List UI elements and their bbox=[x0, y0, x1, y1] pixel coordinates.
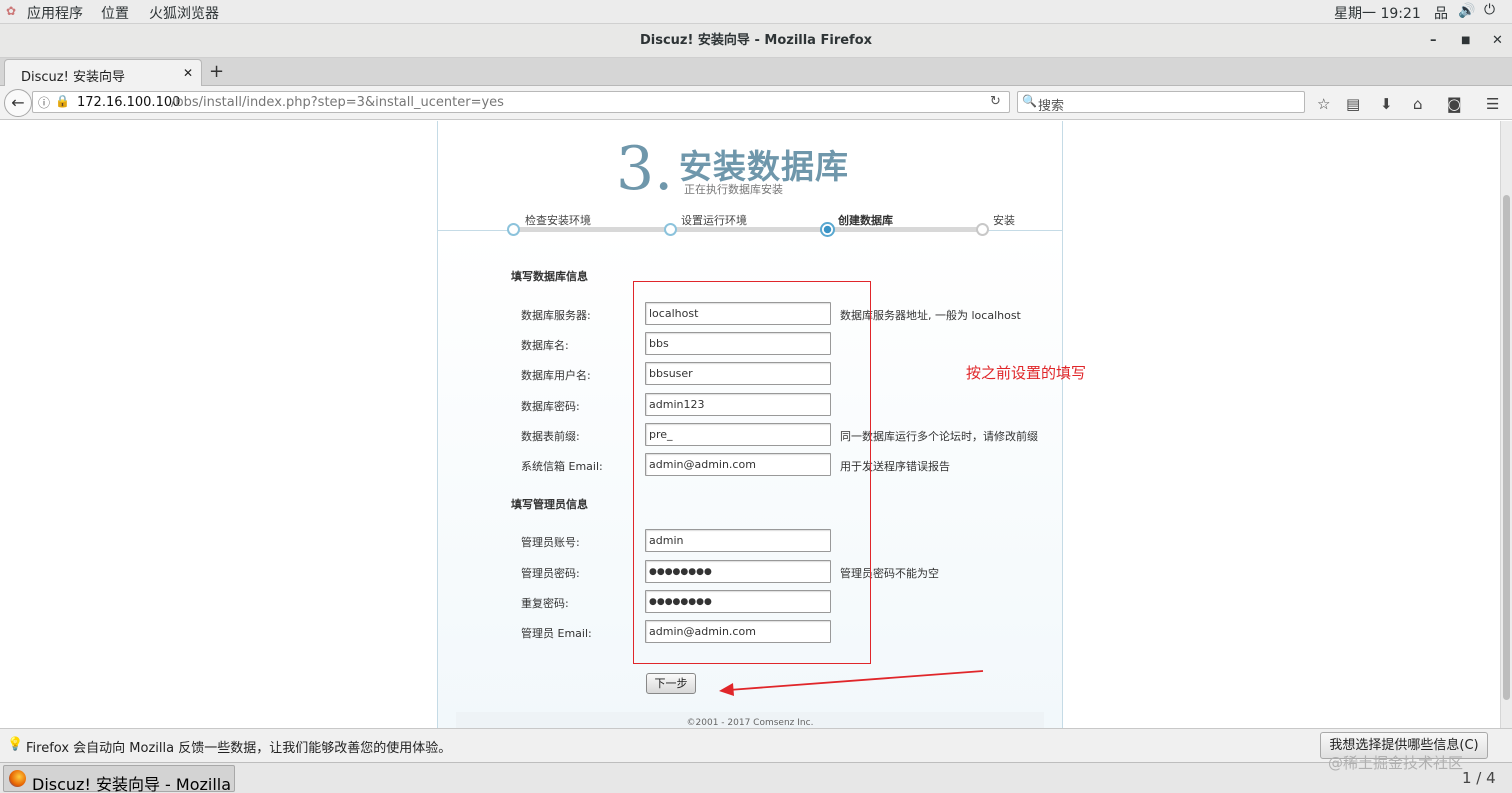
step-label-3: 创建数据库 bbox=[838, 214, 893, 227]
annotation-red-box bbox=[633, 281, 871, 664]
db-password-label: 数据库密码: bbox=[521, 400, 580, 413]
new-tab-icon[interactable]: + bbox=[209, 61, 224, 82]
window-title: Discuz! 安装向导 - Mozilla Firefox bbox=[639, 33, 873, 48]
tab-title: Discuz! 安装向导 bbox=[21, 70, 125, 85]
tab-bar bbox=[0, 58, 1512, 86]
annotation-arrow-icon bbox=[719, 670, 984, 696]
browser-menu[interactable]: 火狐浏览器 bbox=[149, 3, 219, 23]
watermark: @稀土掘金技术社区 bbox=[1328, 754, 1464, 772]
scrollbar-thumb[interactable] bbox=[1503, 195, 1510, 700]
db-user-label: 数据库用户名: bbox=[521, 369, 591, 382]
close-window-icon[interactable]: ✕ bbox=[1492, 24, 1503, 58]
power-icon[interactable]: ⏻ bbox=[1484, 2, 1495, 18]
next-step-button[interactable]: 下一步 bbox=[646, 673, 696, 694]
step-dot-4 bbox=[976, 223, 989, 236]
notification-text: Firefox 会自动向 Mozilla 反馈一些数据，让我们能够改善您的使用体… bbox=[26, 741, 452, 756]
close-tab-icon[interactable]: ✕ bbox=[183, 66, 193, 80]
db-host-label: 数据库服务器: bbox=[521, 309, 591, 322]
network-icon[interactable]: 品 bbox=[1434, 3, 1448, 23]
search-input[interactable]: 搜索 bbox=[1038, 95, 1064, 114]
workspace-pager[interactable]: 1 / 4 bbox=[1462, 769, 1496, 787]
system-email-label: 系统信箱 Email: bbox=[521, 460, 603, 473]
admin-account-label: 管理员账号: bbox=[521, 536, 580, 549]
lightbulb-icon: 💡 bbox=[7, 737, 24, 752]
minimize-icon[interactable]: – bbox=[1430, 24, 1437, 58]
search-bar[interactable]: 🔍 搜索 bbox=[1017, 91, 1305, 114]
search-icon: 🔍 bbox=[1022, 94, 1037, 108]
admin-email-label: 管理员 Email: bbox=[521, 627, 592, 640]
tab-discuz-install[interactable]: Discuz! 安装向导 ✕ bbox=[4, 59, 202, 87]
places-menu[interactable]: 位置 bbox=[101, 3, 129, 23]
maximize-icon[interactable]: ■ bbox=[1461, 24, 1470, 58]
step-label-2: 设置运行环境 bbox=[681, 214, 747, 227]
url-bar[interactable]: ⓘ 🔒 172.16.100.100 /bbs/install/index.ph… bbox=[32, 91, 1010, 113]
step-dot-1 bbox=[507, 223, 520, 236]
taskbar-item-firefox[interactable]: Discuz! 安装向导 - Mozilla Firefox bbox=[3, 765, 235, 793]
apps-icon: ✿ bbox=[6, 4, 17, 18]
admin-password-label: 管理员密码: bbox=[521, 567, 580, 580]
back-icon[interactable]: ← bbox=[4, 89, 32, 117]
firefox-icon bbox=[9, 770, 26, 787]
step-number: 3. bbox=[616, 134, 674, 204]
clock[interactable]: 星期一 19:21 bbox=[1334, 3, 1421, 23]
step-subtitle: 正在执行数据库安装 bbox=[684, 183, 783, 196]
step-dot-3 bbox=[820, 222, 835, 237]
reading-list-icon[interactable]: ▤ bbox=[1346, 95, 1360, 113]
step-label-4: 安装 bbox=[993, 214, 1015, 227]
admin-section-heading: 填写管理员信息 bbox=[511, 498, 588, 511]
db-prefix-label: 数据表前缀: bbox=[521, 430, 580, 443]
annotation-text: 按之前设置的填写 bbox=[966, 364, 1087, 382]
step-dot-2 bbox=[664, 223, 677, 236]
hamburger-menu-icon[interactable]: ☰ bbox=[1486, 95, 1499, 113]
volume-icon[interactable]: 🔊 bbox=[1458, 3, 1475, 19]
home-icon[interactable]: ⌂ bbox=[1413, 95, 1423, 113]
db-section-heading: 填写数据库信息 bbox=[511, 270, 588, 283]
reload-icon[interactable]: ↻ bbox=[990, 94, 1001, 109]
db-name-label: 数据库名: bbox=[521, 339, 569, 352]
copyright-footer: ©2001 - 2017 Comsenz Inc. bbox=[456, 712, 1044, 728]
url-path: /bbs/install/index.php?step=3&install_uc… bbox=[171, 95, 504, 110]
notification-bar: 💡 Firefox 会自动向 Mozilla 反馈一些数据，让我们能够改善您的使… bbox=[0, 728, 1512, 762]
repeat-password-label: 重复密码: bbox=[521, 597, 569, 610]
taskbar-item-label: Discuz! 安装向导 - Mozilla Firefox bbox=[32, 775, 232, 793]
pocket-icon[interactable]: ◙ bbox=[1447, 95, 1462, 113]
download-icon[interactable]: ⬇ bbox=[1380, 95, 1393, 113]
step-label-1: 检查安装环境 bbox=[525, 214, 591, 227]
window-titlebar: Discuz! 安装向导 - Mozilla Firefox – ■ ✕ bbox=[0, 24, 1512, 58]
bookmark-star-icon[interactable]: ☆ bbox=[1317, 95, 1330, 113]
gnome-top-bar: ✿ 应用程序 位置 火狐浏览器 星期一 19:21 品 🔊 ⏻ bbox=[0, 0, 1512, 24]
url-host: 172.16.100.100 bbox=[77, 95, 181, 110]
insecure-icon[interactable]: 🔒 bbox=[55, 94, 70, 108]
info-icon[interactable]: ⓘ bbox=[38, 94, 50, 111]
apps-menu[interactable]: 应用程序 bbox=[27, 3, 83, 23]
